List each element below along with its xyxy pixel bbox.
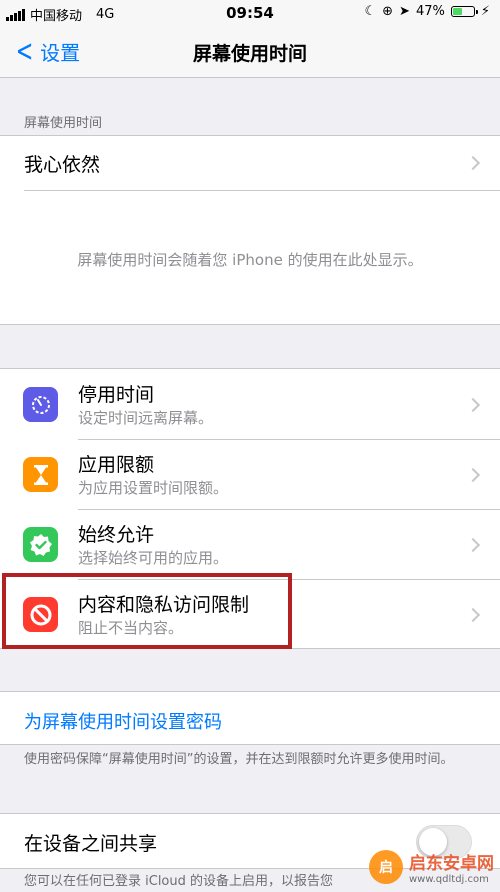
always-allowed-title: 始终允许 (78, 524, 155, 546)
app-limits-subtitle: 为应用设置时间限额。 (78, 479, 229, 497)
watermark: 启 启东安卓网 www.qdltdj.com (369, 849, 494, 885)
section-header-screen-time: 屏幕使用时间 (24, 116, 103, 131)
watermark-title: 启东安卓网 (409, 854, 494, 874)
checkmark-badge-icon (23, 527, 58, 562)
device-usage-group: 我心依然 屏幕使用时间会随着您 iPhone 的使用在此处显示。 (0, 135, 500, 325)
watermark-url: www.qdltdj.com (409, 874, 489, 885)
app-limits-title: 应用限额 (78, 454, 155, 476)
watermark-logo: 启 (369, 850, 403, 884)
downtime-subtitle: 设定时间远离屏幕。 (78, 409, 214, 427)
status-right: ☾ ⊕ ➤ 47% ⚡ (364, 4, 490, 19)
page-title: 屏幕使用时间 (192, 43, 307, 65)
passcode-group: 为屏幕使用时间设置密码 (0, 691, 500, 745)
downtime-icon (23, 387, 58, 422)
device-row[interactable]: 我心依然 (24, 136, 500, 190)
chevron-right-icon (465, 607, 481, 623)
hourglass-icon (23, 457, 58, 492)
usage-placeholder: 屏幕使用时间会随着您 iPhone 的使用在此处显示。 (77, 251, 423, 269)
divider (24, 190, 500, 191)
charging-icon: ⚡ (480, 4, 490, 19)
moon-icon: ☾ (364, 4, 377, 19)
chevron-right-icon (465, 467, 481, 483)
highlight-annotation (2, 573, 292, 649)
chevron-right-icon (465, 397, 481, 413)
downtime-title: 停用时间 (78, 384, 155, 406)
set-passcode-link[interactable]: 为屏幕使用时间设置密码 (24, 708, 222, 734)
passcode-note: 使用密码保障“屏幕使用时间”的设置，并在达到限额时允许更多使用时间。 (24, 752, 454, 767)
navigation-bar: < 设置 屏幕使用时间 (0, 28, 500, 78)
chevron-right-icon (465, 537, 481, 553)
location-icon: ➤ (399, 4, 410, 19)
battery-icon (450, 6, 478, 17)
always-allowed-subtitle: 选择始终可用的应用。 (78, 549, 229, 567)
device-name: 我心依然 (24, 153, 101, 176)
status-bar: 中国移动 4G 09:54 ☾ ⊕ ➤ 47% ⚡ (0, 0, 500, 28)
share-label: 在设备之间共享 (24, 832, 158, 855)
downtime-row[interactable]: 停用时间 设定时间远离屏幕。 (0, 369, 500, 439)
always-allowed-row[interactable]: 始终允许 选择始终可用的应用。 (0, 509, 500, 579)
app-limits-row[interactable]: 应用限额 为应用设置时间限额。 (0, 439, 500, 509)
orientation-lock-icon: ⊕ (382, 4, 394, 19)
battery-percent: 47% (415, 4, 445, 19)
